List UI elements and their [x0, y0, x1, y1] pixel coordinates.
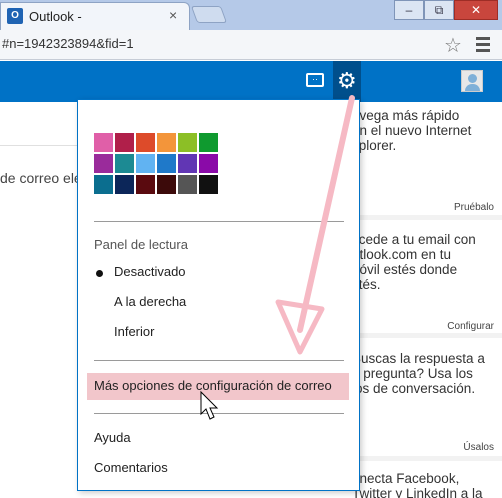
ad-link[interactable]: Configurar — [447, 321, 494, 332]
more-mail-settings-label: Más opciones de configuración de correo — [94, 378, 332, 393]
help-link[interactable]: Ayuda — [94, 430, 131, 445]
reading-pane-option-right[interactable]: A la derecha — [114, 294, 186, 309]
ad-item[interactable]: onecta Facebook, Twitter y LinkedIn a la — [352, 461, 502, 498]
theme-color-swatch[interactable] — [199, 175, 218, 194]
menu-divider — [94, 413, 344, 414]
theme-color-swatch[interactable] — [157, 133, 176, 152]
tab-close-icon[interactable]: × — [169, 7, 177, 23]
more-mail-settings-link[interactable]: Más opciones de configuración de correo — [87, 373, 349, 400]
ad-link[interactable]: Úsalos — [463, 442, 494, 453]
ad-text: Buscas la respuesta a u pregunta? Usa lo… — [352, 351, 485, 396]
settings-dropdown: Panel de lectura Desactivado A la derech… — [77, 99, 360, 491]
url-field[interactable]: #n=1942323894&fid=1 — [2, 36, 134, 51]
ad-item[interactable]: avega más rápido on el nuevo Internet xp… — [352, 102, 502, 215]
theme-color-swatch[interactable] — [94, 154, 113, 173]
ad-item[interactable]: Buscas la respuesta a u pregunta? Usa lo… — [352, 338, 502, 456]
minimize-button[interactable]: ‒ — [394, 0, 424, 20]
address-bar: #n=1942323894&fid=1 ☆ — [0, 30, 502, 60]
chat-icon[interactable]: ·· — [306, 73, 324, 87]
ad-text: onecta Facebook, Twitter y LinkedIn a la — [352, 471, 483, 498]
browser-menu-icon[interactable] — [476, 37, 490, 55]
theme-color-row — [94, 154, 239, 173]
browser-tab[interactable]: O Outlook - × — [0, 2, 190, 30]
theme-color-swatch[interactable] — [94, 133, 113, 152]
settings-button[interactable]: ⚙ — [333, 61, 361, 102]
menu-divider — [94, 360, 344, 361]
theme-color-swatch[interactable] — [199, 154, 218, 173]
ads-column: avega más rápido on el nuevo Internet xp… — [352, 102, 502, 498]
feedback-link[interactable]: Comentarios — [94, 460, 168, 475]
theme-color-row — [94, 175, 239, 194]
theme-color-swatch[interactable] — [136, 133, 155, 152]
ad-link[interactable]: Pruébalo — [454, 202, 494, 213]
theme-color-swatch[interactable] — [115, 133, 134, 152]
theme-color-row — [94, 133, 239, 152]
menu-divider — [94, 221, 344, 222]
theme-color-swatch[interactable] — [136, 175, 155, 194]
main-partial-text: de correo ele — [0, 170, 82, 186]
window-controls: ‒ ⧉ ✕ — [394, 0, 498, 20]
theme-color-swatch[interactable] — [178, 175, 197, 194]
ad-text: avega más rápido on el nuevo Internet xp… — [352, 108, 472, 153]
theme-color-swatch[interactable] — [115, 154, 134, 173]
outlook-favicon-icon: O — [7, 8, 23, 24]
selected-radio-icon — [96, 270, 103, 277]
theme-color-swatch[interactable] — [178, 133, 197, 152]
theme-color-swatch[interactable] — [157, 175, 176, 194]
close-window-button[interactable]: ✕ — [454, 0, 498, 20]
theme-color-swatch[interactable] — [115, 175, 134, 194]
reading-pane-heading: Panel de lectura — [94, 237, 188, 252]
theme-color-picker — [94, 133, 239, 196]
reading-pane-option-off[interactable]: Desactivado — [114, 264, 186, 279]
theme-color-swatch[interactable] — [178, 154, 197, 173]
theme-color-swatch[interactable] — [157, 154, 176, 173]
theme-color-swatch[interactable] — [199, 133, 218, 152]
theme-color-swatch[interactable] — [136, 154, 155, 173]
avatar[interactable] — [461, 70, 483, 92]
main-divider — [0, 145, 80, 146]
outlook-header: ·· — [0, 61, 502, 102]
theme-color-swatch[interactable] — [94, 175, 113, 194]
bookmark-star-icon[interactable]: ☆ — [444, 33, 462, 58]
restore-button[interactable]: ⧉ — [424, 0, 454, 20]
tab-title: Outlook - — [29, 9, 82, 24]
gear-icon: ⚙ — [337, 68, 357, 93]
ad-text: ccede a tu email con utlook.com en tu nó… — [352, 232, 476, 292]
new-tab-button[interactable] — [190, 6, 228, 23]
ad-item[interactable]: ccede a tu email con utlook.com en tu nó… — [352, 220, 502, 333]
reading-pane-option-bottom[interactable]: Inferior — [114, 324, 154, 339]
browser-tabstrip: O Outlook - × ‒ ⧉ ✕ — [0, 0, 502, 30]
